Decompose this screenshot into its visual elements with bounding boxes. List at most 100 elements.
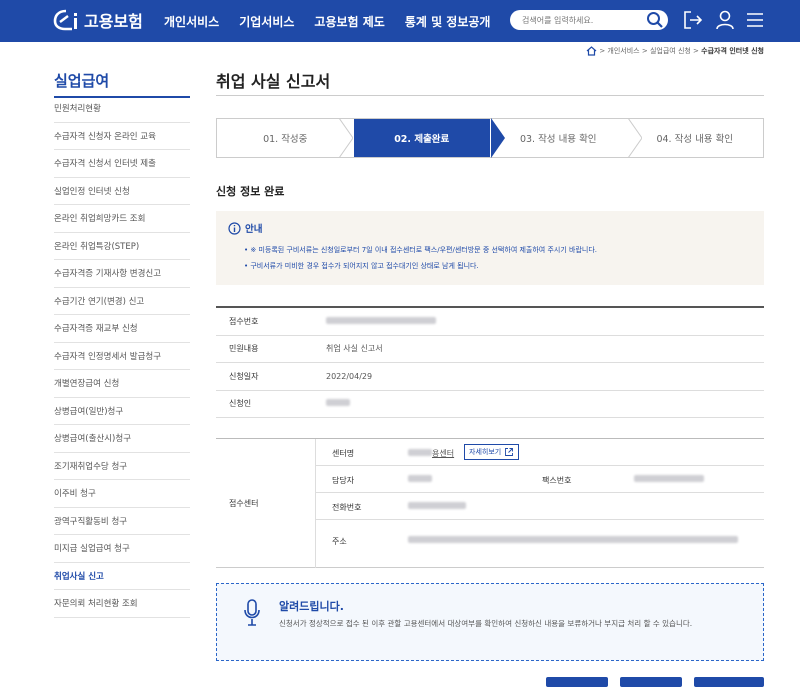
divider [316,465,764,466]
info-icon [228,221,241,235]
center-label: 접수센터 [216,439,316,568]
step-arrow-icon [491,118,505,158]
detail-button[interactable]: 자세히보기 [464,444,520,460]
sidebar-item[interactable]: 수급기간 연기(변경) 신고 [54,288,190,315]
search-icon[interactable] [646,11,664,29]
table-row: 전화번호 [316,493,764,520]
redacted-value [408,449,432,456]
table-row: 신청일자 2022/04/29 [216,363,764,391]
date-label: 신청일자 [229,371,259,381]
receipt-no-value [306,316,436,326]
nav-system[interactable]: 고용보험 제도 [314,13,384,30]
redacted-value [634,475,704,482]
alert-title: 알려드립니다. [279,600,344,613]
microphone-icon [244,599,260,626]
redacted-value [326,399,350,407]
phone-label: 전화번호 [332,503,362,512]
sidebar-menu: 민원처리현황 수급자격 신청자 온라인 교육 수급자격 신청서 인터넷 제출 실… [54,95,190,618]
sidebar-item[interactable]: 수급자격증 기재사항 변경신고 [54,260,190,288]
login-icon[interactable] [682,9,704,31]
table-row: 민원내용 취업 사실 신고서 [216,336,764,363]
sidebar-item[interactable]: 수급자격 인정명세서 발급청구 [54,343,190,370]
sidebar-item[interactable]: 온라인 취업희망카드 조회 [54,205,190,233]
logo[interactable]: 고용보험 [52,8,143,32]
user-icon[interactable] [714,9,736,31]
main-nav: 개인서비스 기업서비스 고용보험 제도 통계 및 정보공개 [164,0,510,42]
redacted-value [408,475,432,482]
notice-line: • 구비서류가 미비한 경우 접수가 되어지지 않고 접수대기인 상태로 남게 … [244,262,479,270]
sidebar-item[interactable]: 광역구직활동비 청구 [54,508,190,535]
sidebar-item[interactable]: 자문의뢰 처리현황 조회 [54,590,190,618]
external-link-icon [505,448,514,456]
breadcrumb-sep-icon: > [690,47,702,55]
nav-personal[interactable]: 개인서비스 [164,13,219,30]
sidebar-item[interactable]: 실업인정 인터넷 신청 [54,178,190,205]
notice-title: 안내 [245,224,263,235]
type-value: 취업 사실 신고서 [326,344,383,354]
applicant-value [306,399,350,408]
step-1: 01. 작성중 [263,134,308,145]
breadcrumb-sep-icon: > [639,47,650,55]
alert-box: 알려드립니다. 신청서가 정상적으로 접수 된 이후 관할 고용센터에서 대상여… [216,583,764,661]
sidebar-item[interactable]: 민원처리현황 [54,95,190,123]
home-icon[interactable] [586,46,597,56]
manager-value [408,475,432,484]
receipt-no-label: 접수번호 [229,316,259,326]
bottom-button[interactable] [546,677,608,687]
breadcrumb-sep-icon: > [597,47,608,55]
center-table: 접수센터 센터명 용센터 자세히보기 담당자 팩스번호 전화번호 주소 [216,438,764,568]
table-row: 주소 [316,520,764,568]
sidebar-item[interactable]: 미지급 실업급여 청구 [54,535,190,563]
sidebar-item[interactable]: 수급자격 신청자 온라인 교육 [54,123,190,150]
top-header: 고용보험 개인서비스 기업서비스 고용보험 제도 통계 및 정보공개 [0,0,800,42]
sidebar-item[interactable]: 조기재취업수당 청구 [54,453,190,480]
nav-business[interactable]: 기업서비스 [239,13,294,30]
type-label: 민원내용 [229,344,259,354]
table-row: 접수번호 [216,308,764,336]
table-row: 담당자 팩스번호 [316,466,764,493]
breadcrumb-item[interactable]: 개인서비스 [607,46,639,56]
step-arrow-icon [628,118,642,158]
table-row: 신청인 [216,391,764,418]
info-table: 접수번호 민원내용 취업 사실 신고서 신청일자 2022/04/29 신청인 [216,306,764,418]
bottom-button[interactable] [620,677,682,687]
divider [216,95,764,96]
fax-value [634,475,704,484]
logo-text: 고용보험 [84,12,143,31]
sidebar-item[interactable]: 상병급여(출산시)청구 [54,425,190,453]
sidebar-item[interactable]: 이주비 청구 [54,480,190,508]
search-box [510,10,668,30]
step-indicator: 01. 작성중 02. 제출완료 03. 작성 내용 확인 04. 작성 내용 … [216,118,764,158]
redacted-value [408,502,466,509]
sidebar-item-active[interactable]: 취업사실 신고 [54,563,190,590]
alert-text: 신청서가 정상적으로 접수 된 이후 관할 고용센터에서 대상여부를 확인하여 … [279,619,693,628]
step-4: 04. 작성 내용 확인 [656,134,734,145]
sidebar-item[interactable]: 상병급여(일반)청구 [54,398,190,425]
detail-button-label: 자세히보기 [469,448,502,456]
center-name-value[interactable]: 용센터 [408,448,454,459]
redacted-value [408,536,738,543]
logo-icon [53,9,77,31]
redacted-value [326,316,436,324]
nav-stats[interactable]: 통계 및 정보공개 [405,13,491,30]
section-title: 신청 정보 완료 [216,185,285,198]
sidebar-item[interactable]: 온라인 취업특강(STEP) [54,233,190,260]
sidebar-title: 실업급여 [54,70,190,98]
bottom-button[interactable] [694,677,764,687]
sidebar-item[interactable]: 개별연장급여 신청 [54,370,190,398]
sidebar-item[interactable]: 수급자격증 재교부 신청 [54,315,190,343]
search-input[interactable] [522,12,637,28]
breadcrumb-current: 수급자격 인터넷 신청 [701,47,764,55]
date-value: 2022/04/29 [326,371,373,381]
sidebar-item[interactable]: 수급자격 신청서 인터넷 제출 [54,150,190,178]
breadcrumb: > 개인서비스 > 실업급여 신청 > 수급자격 인터넷 신청 [586,46,764,56]
breadcrumb-item[interactable]: 실업급여 신청 [650,46,691,56]
center-name-suffix: 용센터 [432,449,455,458]
applicant-label: 신청인 [229,399,252,409]
menu-icon[interactable] [745,9,765,31]
address-value [408,536,738,545]
step-3: 03. 작성 내용 확인 [519,134,597,145]
table-row: 센터명 용센터 자세히보기 [316,439,764,466]
page-title: 취업 사실 신고서 [216,72,331,91]
phone-value [408,502,466,511]
